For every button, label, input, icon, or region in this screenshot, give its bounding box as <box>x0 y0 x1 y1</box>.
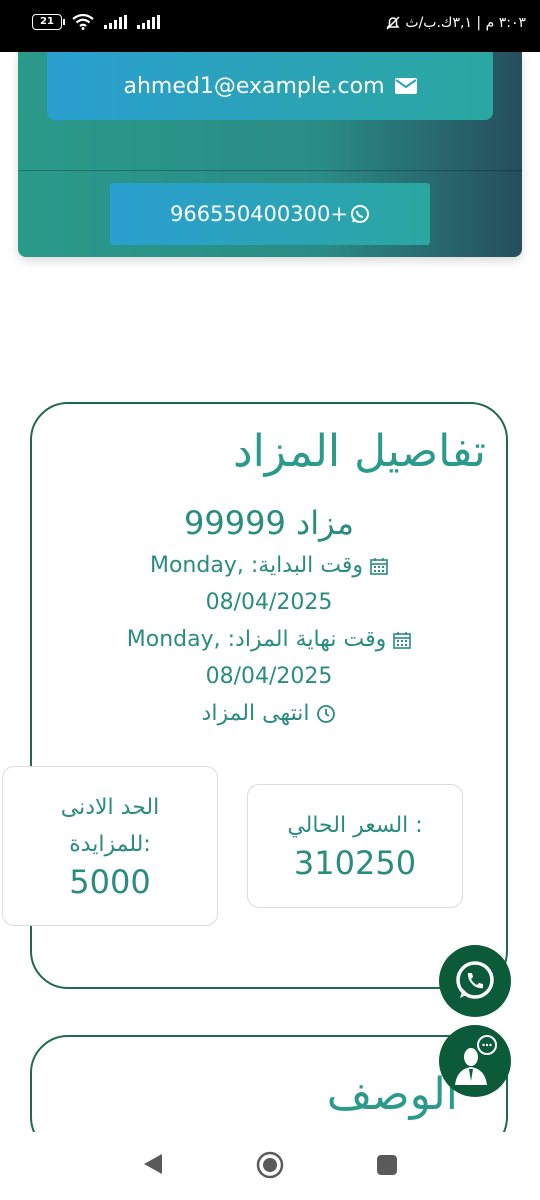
whatsapp-phone-button[interactable]: 966550400300+ <box>110 183 430 245</box>
divider <box>18 170 522 171</box>
signal-icon-2 <box>137 15 160 29</box>
battery-level: 21 <box>40 16 54 27</box>
end-time-row: وقت نهاية المزاد: ,Monday <box>32 621 506 658</box>
current-price-value: 310250 <box>293 844 417 882</box>
support-floating-button[interactable] <box>439 1025 511 1097</box>
calendar-icon <box>370 558 388 575</box>
description-title: الوصف <box>326 1069 458 1120</box>
mute-icon <box>386 16 400 30</box>
clock-icon <box>317 705 336 723</box>
min-bid-box: الحد الادنى للمزايدة: 5000 <box>2 766 218 926</box>
start-date: 08/04/2025 <box>205 590 333 615</box>
end-date: 08/04/2025 <box>205 664 333 689</box>
end-time-label: وقت نهاية المزاد: ,Monday <box>126 627 387 652</box>
status-time: ٣:٠٣ م | ٣,١ك.ب/ث <box>385 15 526 31</box>
status-icons: 21 <box>32 14 160 30</box>
min-bid-label-2: للمزايدة: <box>69 832 151 857</box>
current-price-label: السعر الحالي : <box>287 813 423 838</box>
whatsapp-floating-button[interactable] <box>439 945 511 1017</box>
battery-icon: 21 <box>32 14 65 30</box>
system-nav-bar <box>0 1132 540 1200</box>
envelope-icon <box>394 78 417 94</box>
seller-contact-card: ahmed1@example.com 966550400300+ <box>18 52 522 257</box>
wifi-icon <box>72 14 94 30</box>
min-bid-label-1: الحد الادنى <box>60 795 160 820</box>
email-text: ahmed1@example.com <box>123 73 385 99</box>
email-button[interactable]: ahmed1@example.com <box>47 52 493 120</box>
auction-name: مزاد 99999 <box>184 504 354 542</box>
back-icon[interactable] <box>142 1152 164 1176</box>
recents-icon[interactable] <box>376 1154 398 1176</box>
phone-text: 966550400300+ <box>170 202 348 226</box>
start-time-row: وقت البداية: ,Monday <box>32 547 506 584</box>
auction-status: انتهى المزاد <box>201 701 310 726</box>
status-bar: 21 ٣:٠٣ م | ٣,١ك.ب/ث <box>0 0 540 52</box>
current-price-box: السعر الحالي : 310250 <box>247 784 463 908</box>
auction-status-row: انتهى المزاد <box>32 695 506 732</box>
calendar-icon <box>393 632 412 649</box>
signal-icon-1 <box>104 15 127 29</box>
start-time-label: وقت البداية: ,Monday <box>149 553 364 578</box>
section-title: تفاصيل المزاد <box>232 426 486 477</box>
time-text: ٣:٠٣ م | ٣,١ك.ب/ث <box>405 15 526 31</box>
home-icon[interactable] <box>256 1151 284 1179</box>
whatsapp-icon <box>456 961 494 999</box>
whatsapp-icon <box>350 205 369 223</box>
support-agent-icon <box>455 1035 497 1085</box>
min-bid-value: 5000 <box>69 863 151 901</box>
